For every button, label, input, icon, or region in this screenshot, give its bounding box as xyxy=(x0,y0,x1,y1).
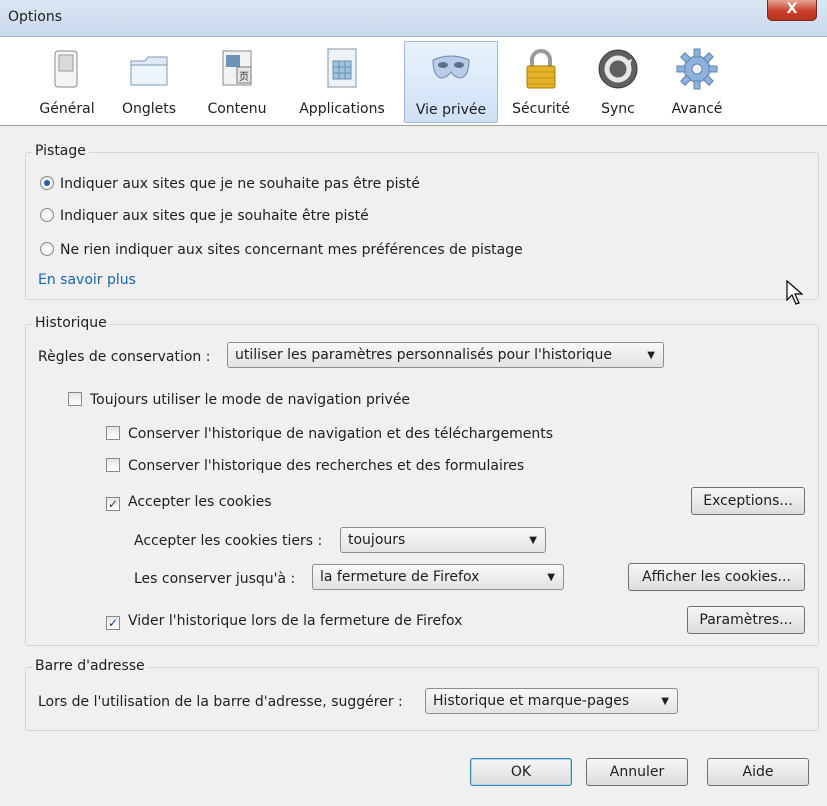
applications-icon xyxy=(327,48,357,88)
settings-button[interactable]: Paramètres... xyxy=(687,606,805,634)
options-toolbar: Général Onglets 页 Contenu Applications V… xyxy=(0,37,827,126)
suggest-label: Lors de l'utilisation de la barre d'adre… xyxy=(38,694,403,710)
history-rules-label: Règles de conservation : xyxy=(38,349,211,365)
content-icon: 页 xyxy=(222,50,252,86)
tracking-option-nothing[interactable]: Ne rien indiquer aux sites concernant me… xyxy=(40,242,523,258)
tab-sync[interactable]: Sync xyxy=(588,41,648,121)
keep-until-label: Les conserver jusqu'à : xyxy=(134,571,296,587)
mouse-cursor-icon xyxy=(786,280,804,305)
radio-button-selected[interactable] xyxy=(40,176,54,190)
tracking-group-title: Pistage xyxy=(32,143,89,159)
suggest-value: Historique et marque-pages xyxy=(433,693,630,709)
checkmark-icon[interactable]: ✓ xyxy=(106,497,120,511)
tab-applications-label: Applications xyxy=(299,101,385,117)
chevron-down-icon: ▼ xyxy=(647,350,655,361)
history-group xyxy=(25,324,819,646)
accept-cookies-checkbox[interactable]: ✓ Accepter les cookies xyxy=(106,494,272,511)
general-switch-icon xyxy=(54,50,78,88)
tab-security[interactable]: Sécurité xyxy=(504,41,578,121)
tab-advanced-label: Avancé xyxy=(671,101,723,117)
keep-search-checkbox[interactable]: Conserver l'historique des recherches et… xyxy=(106,458,524,474)
tab-general[interactable]: Général xyxy=(30,41,104,121)
window-title: Options xyxy=(8,9,63,25)
chevron-down-icon: ▼ xyxy=(547,572,555,583)
keep-browsing-checkbox[interactable]: Conserver l'historique de navigation et … xyxy=(106,426,553,442)
address-bar-group-title: Barre d'adresse xyxy=(32,658,148,674)
ok-button[interactable]: OK xyxy=(470,758,572,786)
tab-tabs-label: Onglets xyxy=(121,101,177,117)
padlock-icon xyxy=(526,49,556,89)
tracking-option-no-track[interactable]: Indiquer aux sites que je ne souhaite pa… xyxy=(40,176,420,192)
history-rules-select[interactable]: utiliser les paramètres personnalisés po… xyxy=(227,342,664,368)
show-cookies-button[interactable]: Afficher les cookies... xyxy=(628,563,805,591)
suggest-select[interactable]: Historique et marque-pages ▼ xyxy=(425,688,678,714)
tab-privacy[interactable]: Vie privée xyxy=(404,41,498,123)
checkmark-icon[interactable]: ✓ xyxy=(106,616,120,630)
history-rules-value: utiliser les paramètres personnalisés po… xyxy=(235,347,613,363)
gear-icon xyxy=(676,48,718,90)
tab-sync-label: Sync xyxy=(601,101,635,117)
tab-advanced[interactable]: Avancé xyxy=(660,41,734,121)
tab-general-label: Général xyxy=(39,101,95,117)
checkbox[interactable] xyxy=(106,426,120,440)
keep-until-value: la fermeture de Firefox xyxy=(320,569,480,585)
exceptions-button[interactable]: Exceptions... xyxy=(691,487,805,515)
svg-text:页: 页 xyxy=(239,71,249,83)
tab-tabs[interactable]: Onglets xyxy=(110,41,188,121)
privacy-mask-icon xyxy=(432,55,470,79)
tab-security-label: Sécurité xyxy=(512,101,570,117)
radio-button[interactable] xyxy=(40,242,54,256)
third-party-cookies-label: Accepter les cookies tiers : xyxy=(134,533,323,549)
sync-icon xyxy=(598,49,638,89)
tab-content-label: Contenu xyxy=(207,101,267,117)
checkbox[interactable] xyxy=(68,392,82,406)
close-button[interactable]: X xyxy=(767,0,817,21)
title-bar: Options X xyxy=(0,0,827,37)
clear-history-checkbox[interactable]: ✓ Vider l'historique lors de la fermeture… xyxy=(106,613,462,630)
tracking-option-track[interactable]: Indiquer aux sites que je souhaite être … xyxy=(40,208,369,224)
history-group-title: Historique xyxy=(32,315,110,331)
third-party-cookies-select[interactable]: toujours ▼ xyxy=(340,527,546,553)
tab-privacy-label: Vie privée xyxy=(415,102,487,118)
chevron-down-icon: ▼ xyxy=(661,696,669,707)
tab-applications[interactable]: Applications xyxy=(288,41,396,121)
help-button[interactable]: Aide xyxy=(707,758,809,786)
tabs-icon xyxy=(130,56,168,86)
tab-content[interactable]: 页 Contenu xyxy=(196,41,278,121)
learn-more-link[interactable]: En savoir plus xyxy=(38,272,136,288)
radio-button[interactable] xyxy=(40,208,54,222)
private-mode-checkbox[interactable]: Toujours utiliser le mode de navigation … xyxy=(68,392,410,408)
checkbox[interactable] xyxy=(106,458,120,472)
keep-until-select[interactable]: la fermeture de Firefox ▼ xyxy=(312,564,564,590)
chevron-down-icon: ▼ xyxy=(529,535,537,546)
cancel-button[interactable]: Annuler xyxy=(586,758,688,786)
tracking-group xyxy=(25,152,819,300)
third-party-cookies-value: toujours xyxy=(348,532,406,548)
